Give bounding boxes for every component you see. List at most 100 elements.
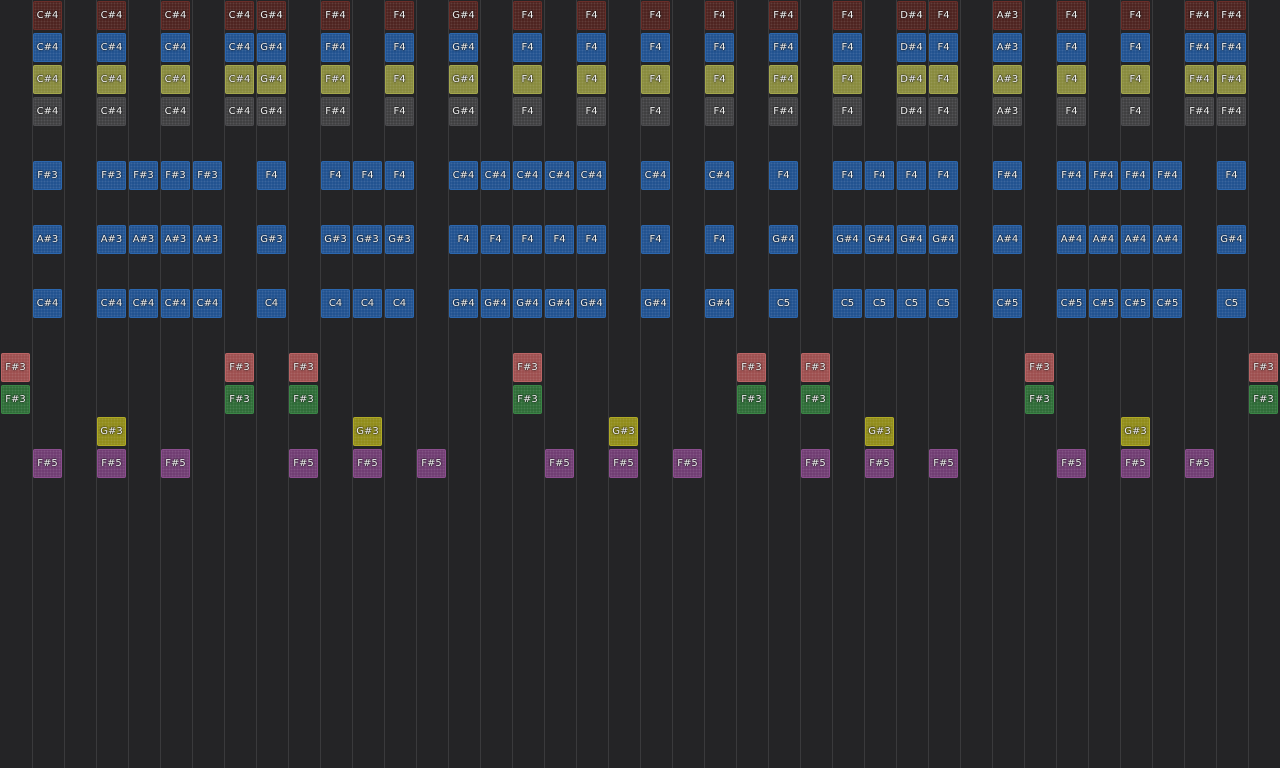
note-block[interactable]: A#4 (1057, 225, 1086, 254)
note-block[interactable]: G#4 (449, 65, 478, 94)
note-block[interactable]: F4 (705, 1, 734, 30)
note-block[interactable]: F#5 (353, 449, 382, 478)
note-block[interactable]: F4 (1057, 33, 1086, 62)
note-block[interactable]: A#3 (97, 225, 126, 254)
note-block[interactable]: F4 (385, 1, 414, 30)
note-block[interactable]: A#4 (1121, 225, 1150, 254)
note-block[interactable]: G#3 (609, 417, 638, 446)
note-block[interactable]: F4 (641, 225, 670, 254)
note-block[interactable]: F4 (385, 65, 414, 94)
note-block[interactable]: C#4 (97, 1, 126, 30)
note-block[interactable]: G#3 (1121, 417, 1150, 446)
note-block[interactable]: F4 (1121, 1, 1150, 30)
note-block[interactable]: C#4 (513, 161, 542, 190)
note-block[interactable]: F#3 (97, 161, 126, 190)
note-block[interactable]: C#4 (641, 161, 670, 190)
note-block[interactable]: F4 (865, 161, 894, 190)
note-block[interactable]: F4 (1057, 1, 1086, 30)
note-block[interactable]: D#4 (897, 65, 926, 94)
note-block[interactable]: F4 (1057, 65, 1086, 94)
note-block[interactable]: G#4 (449, 97, 478, 126)
note-block[interactable]: F4 (929, 161, 958, 190)
note-block[interactable]: F#5 (417, 449, 446, 478)
note-block[interactable]: G#3 (257, 225, 286, 254)
note-block[interactable]: F4 (513, 225, 542, 254)
note-block[interactable]: C#4 (97, 97, 126, 126)
note-block[interactable]: F#3 (513, 353, 542, 382)
note-block[interactable]: F#5 (673, 449, 702, 478)
note-block[interactable]: F4 (513, 33, 542, 62)
note-block[interactable]: C#4 (225, 1, 254, 30)
note-block[interactable]: F4 (929, 65, 958, 94)
note-block[interactable]: C#4 (97, 33, 126, 62)
note-block[interactable]: F4 (1121, 97, 1150, 126)
note-block[interactable]: F4 (257, 161, 286, 190)
note-block[interactable]: G#4 (865, 225, 894, 254)
note-block[interactable]: F#4 (769, 65, 798, 94)
note-block[interactable]: F4 (577, 97, 606, 126)
note-block[interactable]: F#5 (609, 449, 638, 478)
note-block[interactable]: F#3 (737, 353, 766, 382)
note-block[interactable]: F4 (833, 97, 862, 126)
note-block[interactable]: F#3 (225, 385, 254, 414)
note-block[interactable]: F#3 (513, 385, 542, 414)
note-block[interactable]: F#3 (289, 353, 318, 382)
note-block[interactable]: C5 (833, 289, 862, 318)
note-block[interactable]: C#4 (161, 1, 190, 30)
note-block[interactable]: F#3 (1, 353, 30, 382)
note-block[interactable]: F#5 (1185, 449, 1214, 478)
note-block[interactable]: F#3 (1249, 353, 1278, 382)
note-block[interactable]: G#3 (353, 225, 382, 254)
note-block[interactable]: F4 (513, 1, 542, 30)
note-block[interactable]: G#4 (481, 289, 510, 318)
note-block[interactable]: A#4 (1153, 225, 1182, 254)
note-block[interactable]: F#4 (1057, 161, 1086, 190)
note-block[interactable]: A#3 (993, 1, 1022, 30)
note-block[interactable]: G#3 (385, 225, 414, 254)
note-block[interactable]: C#5 (1057, 289, 1086, 318)
note-block[interactable]: C#4 (161, 33, 190, 62)
note-block[interactable]: G#4 (257, 33, 286, 62)
note-block[interactable]: G#3 (353, 417, 382, 446)
note-block[interactable]: C#4 (449, 161, 478, 190)
note-block[interactable]: F#5 (865, 449, 894, 478)
note-block[interactable]: F4 (385, 97, 414, 126)
note-block[interactable]: F#3 (193, 161, 222, 190)
note-block[interactable]: C#4 (161, 65, 190, 94)
note-block[interactable]: C#4 (161, 289, 190, 318)
note-block[interactable]: F4 (577, 65, 606, 94)
note-block[interactable]: F4 (577, 33, 606, 62)
note-block[interactable]: F#4 (1153, 161, 1182, 190)
note-block[interactable]: C5 (769, 289, 798, 318)
note-block[interactable]: F#4 (1217, 97, 1246, 126)
note-block[interactable]: F4 (929, 1, 958, 30)
note-block[interactable]: F4 (897, 161, 926, 190)
note-block[interactable]: F4 (385, 161, 414, 190)
note-block[interactable]: C#4 (97, 289, 126, 318)
note-block[interactable]: A#3 (993, 33, 1022, 62)
note-block[interactable]: F4 (577, 225, 606, 254)
note-block[interactable]: F#4 (321, 97, 350, 126)
note-block[interactable]: F#5 (801, 449, 830, 478)
note-block[interactable]: G#4 (513, 289, 542, 318)
piano-roll-grid[interactable]: C#4 C#4 C#4 C#4 G#4 F#4 F4 G#4 F4 F4 F4 F4 F#4 F4 D#4 F… (0, 0, 1280, 768)
note-block[interactable]: G#4 (833, 225, 862, 254)
note-block[interactable]: F#3 (225, 353, 254, 382)
note-block[interactable]: C#5 (993, 289, 1022, 318)
note-block[interactable]: C5 (929, 289, 958, 318)
note-block[interactable]: F4 (481, 225, 510, 254)
note-block[interactable]: F4 (705, 97, 734, 126)
note-block[interactable]: A#3 (161, 225, 190, 254)
note-block[interactable]: C#4 (33, 33, 62, 62)
note-block[interactable]: F#4 (1185, 33, 1214, 62)
note-block[interactable]: G#4 (897, 225, 926, 254)
note-block[interactable]: F4 (1217, 161, 1246, 190)
note-block[interactable]: F#5 (1057, 449, 1086, 478)
note-block[interactable]: F#4 (321, 1, 350, 30)
note-block[interactable]: C#4 (193, 289, 222, 318)
note-block[interactable]: C#5 (1121, 289, 1150, 318)
note-block[interactable]: D#4 (897, 1, 926, 30)
note-block[interactable]: F#4 (1217, 33, 1246, 62)
note-block[interactable]: F#5 (33, 449, 62, 478)
note-block[interactable]: F#4 (769, 33, 798, 62)
